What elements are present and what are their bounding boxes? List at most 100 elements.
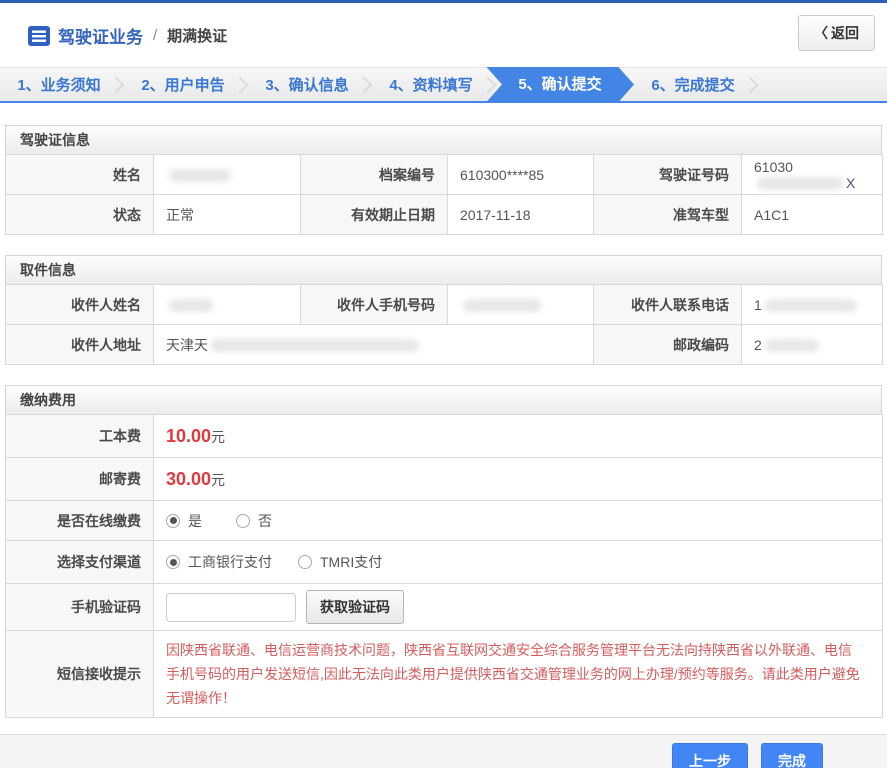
mailing-fee-amount: 30.00 [166, 468, 212, 489]
footer-action-bar: 上一步 完成 [0, 734, 887, 768]
name-label: 姓名 [5, 154, 154, 195]
chevron-left-icon: 〈 [814, 25, 828, 41]
captcha-cell: 获取验证码 [152, 583, 884, 631]
step-1-business-notes[interactable]: 1、业务须知 [0, 74, 118, 95]
online-payment-yes-option[interactable]: 是 [166, 511, 202, 531]
step-6-complete-submit[interactable]: 6、完成提交 [634, 74, 752, 95]
zip-code-value: 2 [741, 324, 883, 365]
radio-unchecked-icon[interactable] [298, 555, 312, 569]
online-payment-label: 是否在线缴费 [5, 500, 154, 541]
table-row: 收件人姓名 收件人手机号码 收件人联系电话 1 [5, 284, 883, 325]
redacted-value [764, 339, 819, 353]
pickup-info-section: 取件信息 收件人姓名 收件人手机号码 收件人联系电话 1 收件人地址 天津天 邮… [5, 255, 883, 365]
vehicle-class-value: A1C1 [741, 194, 883, 235]
recipient-name-value [153, 284, 301, 325]
step-5-confirm-submit-active[interactable]: 5、确认提交 [486, 67, 634, 103]
redacted-value [169, 169, 231, 183]
online-yes-label: 是 [188, 512, 202, 529]
table-row: 姓名 档案编号 610300****85 驾驶证号码 61030 X [5, 154, 883, 195]
main-content: 驾驶证信息 姓名 档案编号 610300****85 驾驶证号码 61030 X … [0, 125, 887, 718]
production-fee-amount: 10.00 [166, 425, 212, 446]
redacted-value [463, 299, 541, 313]
pickup-info-table: 收件人姓名 收件人手机号码 收件人联系电话 1 收件人地址 天津天 邮政编码 2 [5, 284, 883, 365]
redacted-value [764, 299, 857, 313]
redacted-value [169, 299, 213, 313]
zip-code-prefix: 2 [754, 336, 762, 353]
license-number-label: 驾驶证号码 [593, 154, 742, 195]
recipient-address-value: 天津天 [153, 324, 594, 365]
license-number-value: 61030 X [741, 154, 883, 195]
page-title: 驾驶证业务 [58, 28, 143, 47]
get-captcha-button[interactable]: 获取验证码 [306, 590, 404, 624]
status-label: 状态 [5, 194, 154, 235]
license-section-title: 驾驶证信息 [5, 125, 882, 155]
payment-channel-label: 选择支付渠道 [5, 540, 154, 584]
license-number-suffix: X [846, 174, 856, 191]
mailing-fee-unit: 元 [211, 471, 226, 488]
production-fee-value: 10.00元 [152, 414, 884, 458]
recipient-mobile-label: 收件人手机号码 [300, 284, 448, 325]
sms-notice-cell: 因陕西省联通、电信运营商技术问题，陕西省互联网交通安全综合服务管理平台无法向持陕… [152, 630, 884, 718]
recipient-mobile-value [447, 284, 594, 325]
table-row: 状态 正常 有效期止日期 2017-11-18 准驾车型 A1C1 [5, 194, 883, 235]
payment-channel-options: 工商银行支付 TMRI支付 [152, 540, 884, 584]
table-row: 邮寄费 30.00元 [5, 457, 884, 501]
recipient-address-label: 收件人地址 [5, 324, 154, 365]
redacted-value [757, 177, 843, 191]
status-value: 正常 [153, 194, 301, 235]
license-info-section: 驾驶证信息 姓名 档案编号 610300****85 驾驶证号码 61030 X … [5, 125, 883, 235]
page-header: 驾驶证业务 / 期满换证 〈返回 [0, 3, 887, 67]
sms-notice-text: 因陕西省联通、电信运营商技术问题，陕西省互联网交通安全综合服务管理平台无法向持陕… [166, 642, 860, 706]
online-no-label: 否 [258, 512, 272, 529]
license-info-table: 姓名 档案编号 610300****85 驾驶证号码 61030 X 状态 正常 … [5, 154, 883, 235]
payment-table: 工本费 10.00元 邮寄费 30.00元 是否在线缴费 是 否 选择支付渠道 [5, 414, 884, 718]
step-2-user-declaration[interactable]: 2、用户申告 [124, 74, 242, 95]
radio-checked-icon[interactable] [166, 513, 180, 528]
production-fee-label: 工本费 [5, 414, 154, 458]
back-button[interactable]: 〈返回 [798, 15, 875, 51]
table-row: 是否在线缴费 是 否 [5, 500, 884, 541]
finish-button[interactable]: 完成 [761, 742, 823, 768]
expiry-value: 2017-11-18 [447, 194, 594, 235]
document-list-icon [28, 25, 50, 46]
online-payment-no-option[interactable]: 否 [236, 511, 272, 531]
expiry-label: 有效期止日期 [300, 194, 448, 235]
production-fee-unit: 元 [211, 428, 226, 445]
mailing-fee-label: 邮寄费 [5, 457, 154, 501]
table-row: 手机验证码 获取验证码 [5, 583, 884, 631]
channel-icbc-option[interactable]: 工商银行支付 [166, 552, 272, 572]
channel-icbc-label: 工商银行支付 [188, 554, 272, 570]
table-row: 选择支付渠道 工商银行支付 TMRI支付 [5, 540, 884, 584]
payment-section: 缴纳费用 工本费 10.00元 邮寄费 30.00元 是否在线缴费 是 否 选择… [5, 385, 884, 718]
page-subtitle: 期满换证 [167, 28, 228, 45]
redacted-value [211, 339, 419, 353]
step-navigation: 1、业务须知 2、用户申告 3、确认信息 4、资料填写 5、确认提交 6、完成提… [0, 67, 887, 103]
breadcrumb: 驾驶证业务 / 期满换证 [28, 23, 227, 48]
table-row: 工本费 10.00元 [5, 414, 884, 458]
recipient-name-label: 收件人姓名 [5, 284, 154, 325]
radio-unchecked-icon[interactable] [236, 513, 250, 528]
step-4-fill-data[interactable]: 4、资料填写 [372, 74, 490, 95]
back-button-label: 返回 [831, 25, 859, 41]
radio-checked-icon[interactable] [166, 555, 180, 569]
online-payment-options: 是 否 [152, 500, 884, 541]
license-number-prefix: 61030 [754, 158, 793, 175]
zip-code-label: 邮政编码 [593, 324, 742, 365]
name-value [153, 154, 301, 195]
pickup-section-title: 取件信息 [5, 255, 882, 285]
file-number-value: 610300****85 [447, 154, 594, 195]
channel-tmri-label: TMRI支付 [320, 554, 383, 570]
channel-tmri-option[interactable]: TMRI支付 [298, 552, 382, 572]
captcha-label: 手机验证码 [5, 583, 154, 631]
vehicle-class-label: 准驾车型 [593, 194, 742, 235]
step-3-confirm-info[interactable]: 3、确认信息 [248, 74, 366, 95]
mailing-fee-value: 30.00元 [152, 457, 884, 501]
captcha-input[interactable] [166, 592, 296, 622]
previous-step-button[interactable]: 上一步 [672, 742, 748, 768]
file-number-label: 档案编号 [300, 154, 448, 195]
payment-section-title: 缴纳费用 [5, 385, 882, 415]
title-divider: / [153, 27, 158, 44]
recipient-tel-prefix: 1 [754, 296, 762, 313]
recipient-tel-label: 收件人联系电话 [593, 284, 742, 325]
sms-notice-label: 短信接收提示 [5, 630, 154, 718]
